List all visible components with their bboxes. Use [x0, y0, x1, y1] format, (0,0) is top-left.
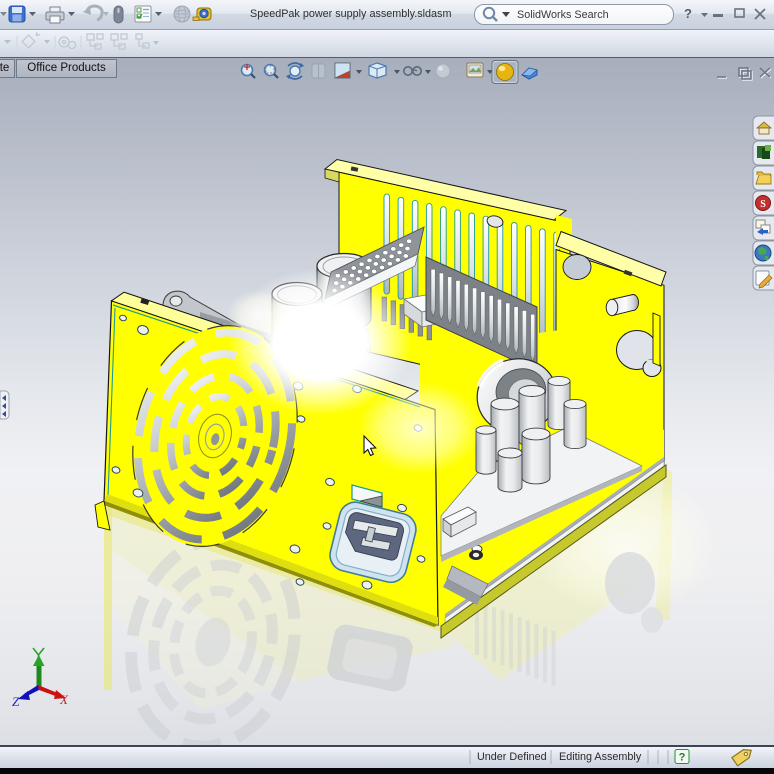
svg-text:Z: Z	[12, 694, 20, 709]
svg-text:?: ?	[679, 752, 686, 764]
svg-text:S: S	[760, 199, 766, 210]
svg-text:X: X	[59, 692, 69, 707]
